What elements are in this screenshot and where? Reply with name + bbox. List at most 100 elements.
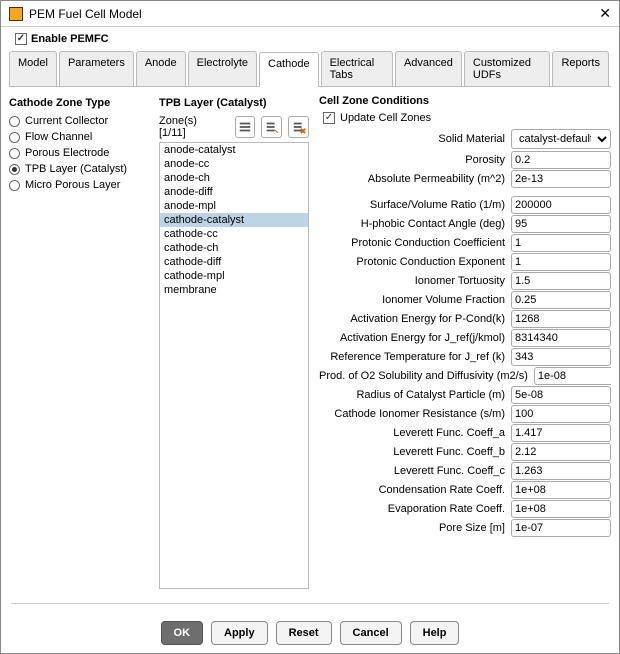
zone-type-radio[interactable]: Current Collector (9, 115, 153, 127)
radio-label: Flow Channel (25, 131, 92, 143)
param-label: Leverett Func. Coeff_c (319, 465, 511, 477)
layer-panel: TPB Layer (Catalyst) Zone(s) [1/11] anod… (159, 95, 309, 589)
param-row: Prod. of O2 Solubility and Diffusivity (… (319, 367, 611, 385)
param-row: Evaporation Rate Coeff. (319, 500, 611, 518)
zone-item[interactable]: anode-cc (160, 157, 308, 171)
tab-parameters[interactable]: Parameters (59, 51, 134, 86)
param-row: Leverett Func. Coeff_a (319, 424, 611, 442)
close-icon[interactable]: ✕ (599, 5, 611, 22)
param-input[interactable] (511, 234, 611, 252)
param-label: Activation Energy for J_ref(j/kmol) (319, 332, 511, 344)
param-label: Condensation Rate Coeff. (319, 484, 511, 496)
param-input[interactable] (511, 151, 611, 169)
param-input[interactable] (534, 367, 611, 385)
param-label: Protonic Conduction Exponent (319, 256, 511, 268)
param-row: Cathode Ionomer Resistance (s/m) (319, 405, 611, 423)
param-label: Leverett Func. Coeff_a (319, 427, 511, 439)
checkbox-icon (15, 33, 27, 45)
apply-button[interactable]: Apply (211, 621, 268, 645)
param-input[interactable] (511, 215, 611, 233)
param-input[interactable] (511, 329, 611, 347)
param-label: Protonic Conduction Coefficient (319, 237, 511, 249)
tab-cathode[interactable]: Cathode (259, 52, 319, 87)
tab-electrical-tabs[interactable]: Electrical Tabs (321, 51, 393, 86)
tab-customized-udfs[interactable]: Customized UDFs (464, 51, 551, 86)
param-input[interactable] (511, 443, 611, 461)
reset-button[interactable]: Reset (276, 621, 332, 645)
param-row: Ionomer Volume Fraction (319, 291, 611, 309)
param-label: Reference Temperature for J_ref (k) (319, 351, 511, 363)
radio-label: Micro Porous Layer (25, 179, 120, 191)
deselect-icon[interactable] (288, 116, 309, 138)
param-label: Absolute Permeability (m^2) (319, 173, 511, 185)
param-input[interactable] (511, 196, 611, 214)
param-input[interactable] (511, 310, 611, 328)
param-input[interactable] (511, 348, 611, 366)
tab-advanced[interactable]: Advanced (395, 51, 462, 86)
param-row: Reference Temperature for J_ref (k) (319, 348, 611, 366)
dialog-buttons: OK Apply Reset Cancel Help (1, 621, 619, 645)
zone-type-radio[interactable]: TPB Layer (Catalyst) (9, 163, 153, 175)
zone-header: Zone(s) [1/11] (159, 115, 309, 139)
tab-reports[interactable]: Reports (552, 51, 609, 86)
layer-title: TPB Layer (Catalyst) (159, 97, 309, 109)
separator (11, 603, 609, 604)
param-input[interactable] (511, 481, 611, 499)
zone-type-radio[interactable]: Porous Electrode (9, 147, 153, 159)
param-row: Activation Energy for P-Cond(k) (319, 310, 611, 328)
tab-anode[interactable]: Anode (136, 51, 186, 86)
solid-material-label: Solid Material (319, 133, 511, 145)
zone-item[interactable]: anode-diff (160, 185, 308, 199)
ok-button[interactable]: OK (161, 621, 204, 645)
zone-type-radio[interactable]: Flow Channel (9, 131, 153, 143)
zone-item[interactable]: cathode-ch (160, 241, 308, 255)
param-row: Pore Size [m] (319, 519, 611, 537)
zones-count-label: Zone(s) [1/11] (159, 115, 223, 139)
param-input[interactable] (511, 386, 611, 404)
param-row: Radius of Catalyst Particle (m) (319, 386, 611, 404)
param-input[interactable] (511, 405, 611, 423)
tab-model[interactable]: Model (9, 51, 57, 86)
param-input[interactable] (511, 500, 611, 518)
param-input[interactable] (511, 424, 611, 442)
zone-item[interactable]: cathode-diff (160, 255, 308, 269)
tab-electrolyte[interactable]: Electrolyte (188, 51, 257, 86)
zone-item[interactable]: anode-mpl (160, 199, 308, 213)
param-label: Activation Energy for P-Cond(k) (319, 313, 511, 325)
param-label: Ionomer Volume Fraction (319, 294, 511, 306)
zone-type-radio[interactable]: Micro Porous Layer (9, 179, 153, 191)
zone-list[interactable]: anode-catalystanode-ccanode-chanode-diff… (159, 142, 309, 589)
zone-item[interactable]: cathode-mpl (160, 269, 308, 283)
solid-material-row: Solid Material catalyst-default (319, 129, 611, 149)
param-label: Prod. of O2 Solubility and Diffusivity (… (319, 370, 534, 382)
param-label: Ionomer Tortuosity (319, 275, 511, 287)
param-row: Condensation Rate Coeff. (319, 481, 611, 499)
param-input[interactable] (511, 291, 611, 309)
param-row: Ionomer Tortuosity (319, 272, 611, 290)
zone-item[interactable]: anode-ch (160, 171, 308, 185)
param-label: Cathode Ionomer Resistance (s/m) (319, 408, 511, 420)
solid-material-select[interactable]: catalyst-default (511, 129, 611, 149)
update-cell-zones-checkbox[interactable]: Update Cell Zones (323, 112, 611, 124)
select-all-icon[interactable] (235, 116, 256, 138)
param-input[interactable] (511, 253, 611, 271)
zone-item[interactable]: cathode-cc (160, 227, 308, 241)
enable-pemfc-checkbox[interactable]: Enable PEMFC (1, 27, 619, 51)
param-input[interactable] (511, 519, 611, 537)
param-row: H-phobic Contact Angle (deg) (319, 215, 611, 233)
zone-type-title: Cathode Zone Type (9, 97, 153, 109)
radio-icon (9, 116, 20, 127)
param-row: Absolute Permeability (m^2) (319, 170, 611, 188)
zone-item[interactable]: anode-catalyst (160, 143, 308, 157)
cell-zone-panel: Cell Zone Conditions Update Cell Zones S… (309, 95, 611, 589)
cancel-button[interactable]: Cancel (340, 621, 402, 645)
param-input[interactable] (511, 272, 611, 290)
zone-item[interactable]: membrane (160, 283, 308, 297)
zone-item[interactable]: cathode-catalyst (160, 213, 308, 227)
radio-label: Porous Electrode (25, 147, 109, 159)
param-input[interactable] (511, 170, 611, 188)
help-button[interactable]: Help (410, 621, 460, 645)
param-row: Porosity (319, 151, 611, 169)
param-input[interactable] (511, 462, 611, 480)
select-match-icon[interactable] (261, 116, 282, 138)
